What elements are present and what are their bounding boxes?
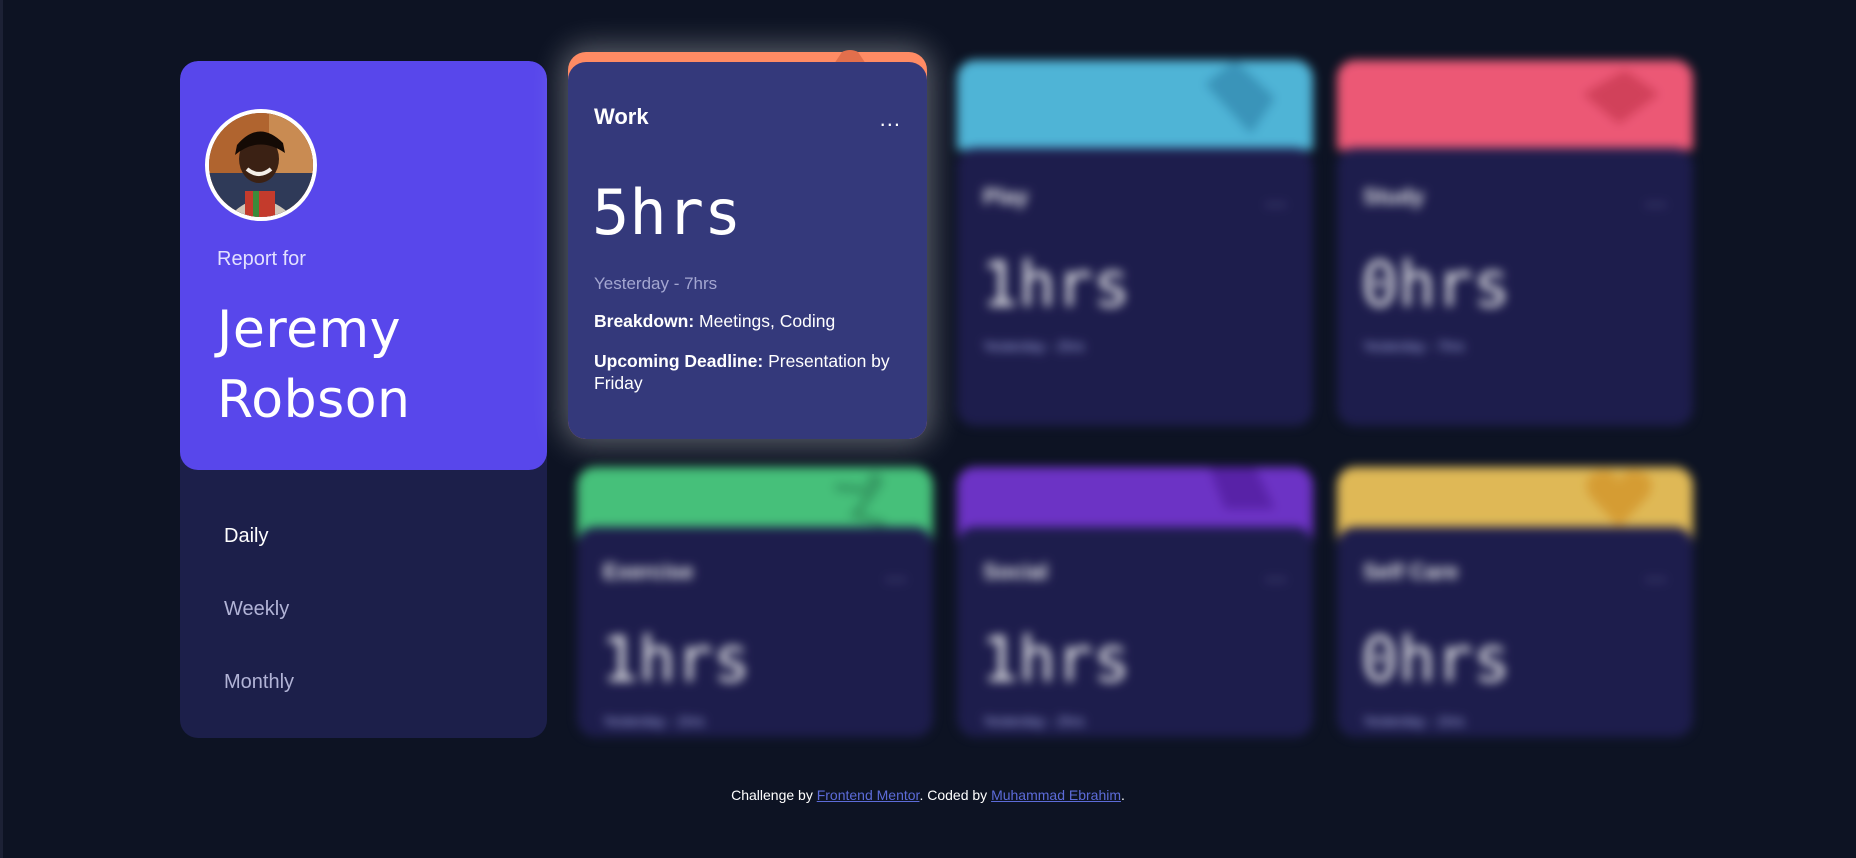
card-social[interactable]: Social ... 1hrs Yesterday - 2hrs (957, 467, 1313, 737)
play-title: Play (983, 184, 1029, 209)
profile-card: Report for Jeremy Robson Daily Weekly Mo… (180, 61, 547, 738)
play-card-body: Play ... 1hrs Yesterday - 2hrs (957, 148, 1313, 426)
breakdown-label: Breakdown: (594, 311, 695, 331)
study-previous: Yesterday - 7hrs (1363, 338, 1465, 354)
attribution-footer: Challenge by Frontend Mentor. Coded by M… (0, 787, 1856, 803)
profile-header: Report for Jeremy Robson (180, 61, 547, 470)
avatar (205, 109, 317, 221)
footer-prefix: Challenge by (731, 787, 817, 803)
self-care-card-body: Self Care ... 0hrs Yesterday - 1hrs (1337, 527, 1693, 737)
left-edge-bar (0, 0, 3, 858)
exercise-menu-icon[interactable]: ... (886, 561, 907, 587)
nav-monthly[interactable]: Monthly (224, 671, 294, 694)
avatar-image (209, 113, 313, 217)
nav-daily[interactable]: Daily (224, 525, 268, 548)
play-card-header (957, 60, 1313, 150)
social-card-body: Social ... 1hrs Yesterday - 2hrs (957, 527, 1313, 737)
work-hours: 5hrs (592, 176, 742, 249)
runner-icon (834, 473, 887, 529)
work-menu-icon[interactable]: ... (880, 106, 901, 132)
work-previous: Yesterday - 7hrs (594, 274, 718, 293)
social-menu-icon[interactable]: ... (1266, 561, 1287, 587)
card-play[interactable]: Play ... 1hrs Yesterday - 2hrs (957, 60, 1313, 426)
card-self-care[interactable]: Self Care ... 0hrs Yesterday - 1hrs (1337, 467, 1693, 737)
study-menu-icon[interactable]: ... (1646, 186, 1667, 212)
play-menu-icon[interactable]: ... (1266, 186, 1287, 212)
self-care-previous: Yesterday - 1hrs (1363, 713, 1465, 729)
breakdown-value: Meetings, Coding (699, 311, 836, 331)
self-care-hours: 0hrs (1361, 623, 1511, 696)
heart-icon (1586, 470, 1652, 527)
work-deadline: Upcoming Deadline: Presentation by Frida… (594, 350, 904, 394)
study-card-header (1337, 60, 1693, 150)
self-care-menu-icon[interactable]: ... (1646, 561, 1667, 587)
exercise-previous: Yesterday - 1hrs (603, 713, 705, 729)
social-title: Social (983, 559, 1048, 584)
work-title: Work (594, 104, 649, 129)
study-card-body: Study ... 0hrs Yesterday - 7hrs (1337, 148, 1693, 426)
self-care-title: Self Care (1363, 559, 1459, 584)
study-title: Study (1363, 184, 1425, 209)
user-name: Jeremy Robson (217, 300, 411, 430)
exercise-hours: 1hrs (601, 623, 751, 696)
card-exercise[interactable]: Exercise ... 1hrs Yesterday - 1hrs (577, 467, 933, 737)
frontend-mentor-link[interactable]: Frontend Mentor (817, 787, 920, 803)
work-breakdown: Breakdown: Meetings, Coding (594, 310, 904, 332)
nav-weekly[interactable]: Weekly (224, 598, 289, 621)
study-hours: 0hrs (1361, 248, 1511, 321)
social-previous: Yesterday - 2hrs (983, 713, 1085, 729)
card-work[interactable]: Work ... 5hrs Yesterday - 7hrs Breakdown… (568, 50, 927, 439)
card-study[interactable]: Study ... 0hrs Yesterday - 7hrs (1337, 60, 1693, 426)
controller-icon (1205, 60, 1275, 134)
exercise-card-body: Exercise ... 1hrs Yesterday - 1hrs (577, 527, 933, 737)
social-hours: 1hrs (981, 623, 1131, 696)
author-link[interactable]: Muhammad Ebrahim (991, 787, 1121, 803)
play-hours: 1hrs (981, 248, 1131, 321)
report-for-label: Report for (217, 248, 306, 270)
book-icon (1583, 70, 1659, 124)
play-previous: Yesterday - 2hrs (983, 338, 1085, 354)
work-card-body: Work ... 5hrs Yesterday - 7hrs Breakdown… (568, 62, 927, 439)
chat-icon (1209, 467, 1275, 509)
footer-middle: . Coded by (919, 787, 992, 803)
exercise-title: Exercise (603, 559, 694, 584)
footer-suffix: . (1121, 787, 1125, 803)
deadline-label: Upcoming Deadline: (594, 351, 764, 371)
